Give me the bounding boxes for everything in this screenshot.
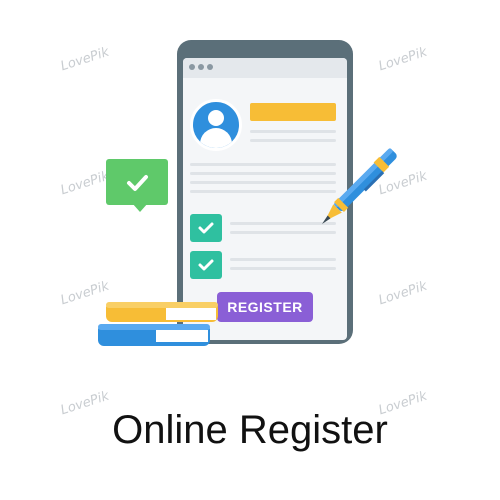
watermark: LovePik xyxy=(376,44,429,75)
text-line xyxy=(230,267,336,270)
checkmark-icon xyxy=(198,259,214,271)
checkbox-checked[interactable] xyxy=(190,251,222,279)
text-line xyxy=(230,258,336,261)
checkmark-icon xyxy=(127,175,148,191)
watermark: LovePik xyxy=(58,168,111,199)
user-avatar-icon xyxy=(190,99,242,151)
browser-bar xyxy=(183,58,347,78)
watermark: LovePik xyxy=(58,44,111,75)
window-dot-icon xyxy=(207,64,213,70)
name-field xyxy=(250,103,336,121)
watermark: LovePik xyxy=(376,278,429,309)
bubble-tail xyxy=(132,203,148,212)
pen-icon xyxy=(322,148,397,224)
window-dot-icon xyxy=(189,64,195,70)
window-dot-icon xyxy=(198,64,204,70)
approved-bubble xyxy=(106,159,168,205)
illustration: LovePik LovePik LovePik LovePik LovePik … xyxy=(0,0,500,500)
books-icon xyxy=(98,302,218,346)
page-title: Online Register xyxy=(112,408,388,452)
register-button[interactable]: REGISTER xyxy=(217,292,313,322)
text-line xyxy=(250,130,336,133)
checkbox-checked[interactable] xyxy=(190,214,222,242)
checkmark-icon xyxy=(198,222,214,234)
